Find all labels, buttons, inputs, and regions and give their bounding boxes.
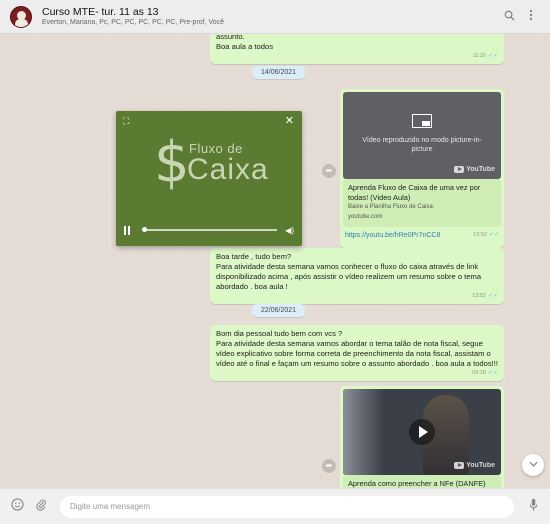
player-controls[interactable]: ◀︎)	[124, 224, 294, 236]
message-time: 13:52	[472, 293, 486, 300]
message-text: assunto. Boa aula a todos	[216, 34, 273, 52]
youtube-logo-icon: YouTube	[454, 461, 495, 470]
seek-bar[interactable]	[141, 227, 278, 232]
picture-in-picture-icon	[412, 114, 432, 128]
forward-icon[interactable]: ➦	[322, 459, 336, 473]
video-thumbnail[interactable]: YouTube	[343, 389, 501, 475]
video-thumbnail[interactable]: Vídeo reproduzido no modo picture-in-pic…	[343, 92, 501, 179]
read-ticks-icon: ✓✓	[487, 370, 498, 377]
link-preview-title: Aprenda Fluxo de Caixa de uma vez por to…	[348, 183, 481, 202]
video-logo-symbol: $	[154, 130, 190, 195]
link-preview-description: Baixe a Planilha Fluxo de Caixa:	[348, 204, 435, 211]
video-message-bubble[interactable]: YouTube Aprenda como preencher a NFe (DA…	[340, 386, 504, 488]
message-meta: 09:18 ✓✓	[210, 369, 504, 381]
message-input[interactable]	[60, 495, 514, 518]
message-bubble[interactable]: Bom dia pessoal tudo bem com vcs ? Para …	[210, 325, 504, 381]
chat-title: Curso MTE- tur. 11 as 13	[42, 5, 159, 18]
composer-bar[interactable]	[0, 488, 550, 524]
link-preview-domain: youtube.com	[348, 214, 383, 221]
microphone-icon[interactable]	[524, 498, 542, 516]
message-meta: 13:52 ✓✓	[473, 232, 499, 240]
message-bubble[interactable]: assunto. Boa aula a todos 11:29 ✓✓	[210, 34, 504, 64]
message-meta: 11:29 ✓✓	[210, 52, 504, 64]
kebab-menu-icon[interactable]	[522, 8, 540, 26]
message-time: 09:18	[472, 370, 486, 377]
forward-icon[interactable]: ➦	[322, 164, 336, 178]
message-time: 13:52	[473, 231, 487, 238]
read-ticks-icon: ✓✓	[487, 53, 498, 60]
link-preview-card[interactable]: Aprenda como preencher a NFe (DANFE)	[343, 475, 501, 488]
read-ticks-icon: ✓✓	[487, 293, 498, 300]
emoji-icon[interactable]	[8, 497, 26, 516]
attach-icon[interactable]	[32, 498, 50, 516]
message-time: 11:29	[472, 53, 486, 60]
video-message-bubble[interactable]: Vídeo reproduzido no modo picture-in-pic…	[340, 89, 504, 248]
picture-in-picture-player[interactable]: ⛶ ✕ $ Fluxo de Caixa ◀︎)	[116, 111, 302, 246]
close-icon[interactable]: ✕	[285, 114, 294, 127]
group-avatar[interactable]	[10, 5, 32, 28]
play-icon[interactable]	[409, 419, 435, 445]
link-preview-title: Aprenda como preencher a NFe (DANFE)	[348, 479, 486, 488]
message-bubble[interactable]: Boa tarde , tudo bem? Para atividade des…	[210, 248, 504, 304]
pause-icon[interactable]	[124, 225, 130, 235]
video-title-big: Caixa	[187, 153, 269, 186]
date-separator: 14/06/2021	[252, 66, 306, 79]
youtube-logo-icon: YouTube	[454, 165, 495, 174]
scroll-down-button[interactable]	[522, 454, 544, 476]
link-preview-card[interactable]: Aprenda Fluxo de Caixa de uma vez por to…	[343, 179, 501, 227]
message-text: Boa tarde , tudo bem? Para atividade des…	[216, 252, 482, 292]
video-url-link[interactable]: https://youtu.be/hRe0Pr7nCC8	[345, 231, 440, 240]
chat-header[interactable]: Curso MTE- tur. 11 as 13 Everton, Marian…	[0, 0, 550, 34]
volume-icon[interactable]: ◀︎)	[285, 226, 294, 235]
message-text: Bom dia pessoal tudo bem com vcs ? Para …	[216, 329, 498, 369]
search-icon[interactable]	[500, 8, 518, 26]
chat-area[interactable]: assunto. Boa aula a todos 11:29 ✓✓ 14/06/…	[0, 34, 550, 488]
date-separator: 22/06/2021	[252, 304, 306, 317]
read-ticks-icon: ✓✓	[488, 231, 499, 238]
expand-icon[interactable]: ⛶	[123, 116, 129, 127]
chat-info[interactable]: Curso MTE- tur. 11 as 13 Everton, Marian…	[42, 6, 496, 27]
pip-notice: Vídeo reproduzido no modo picture-in-pic…	[362, 137, 482, 154]
message-meta: 13:52 ✓✓	[210, 292, 504, 304]
chat-members: Everton, Mariana, Pc, PC, PC, PC, PC, PC…	[42, 19, 225, 26]
